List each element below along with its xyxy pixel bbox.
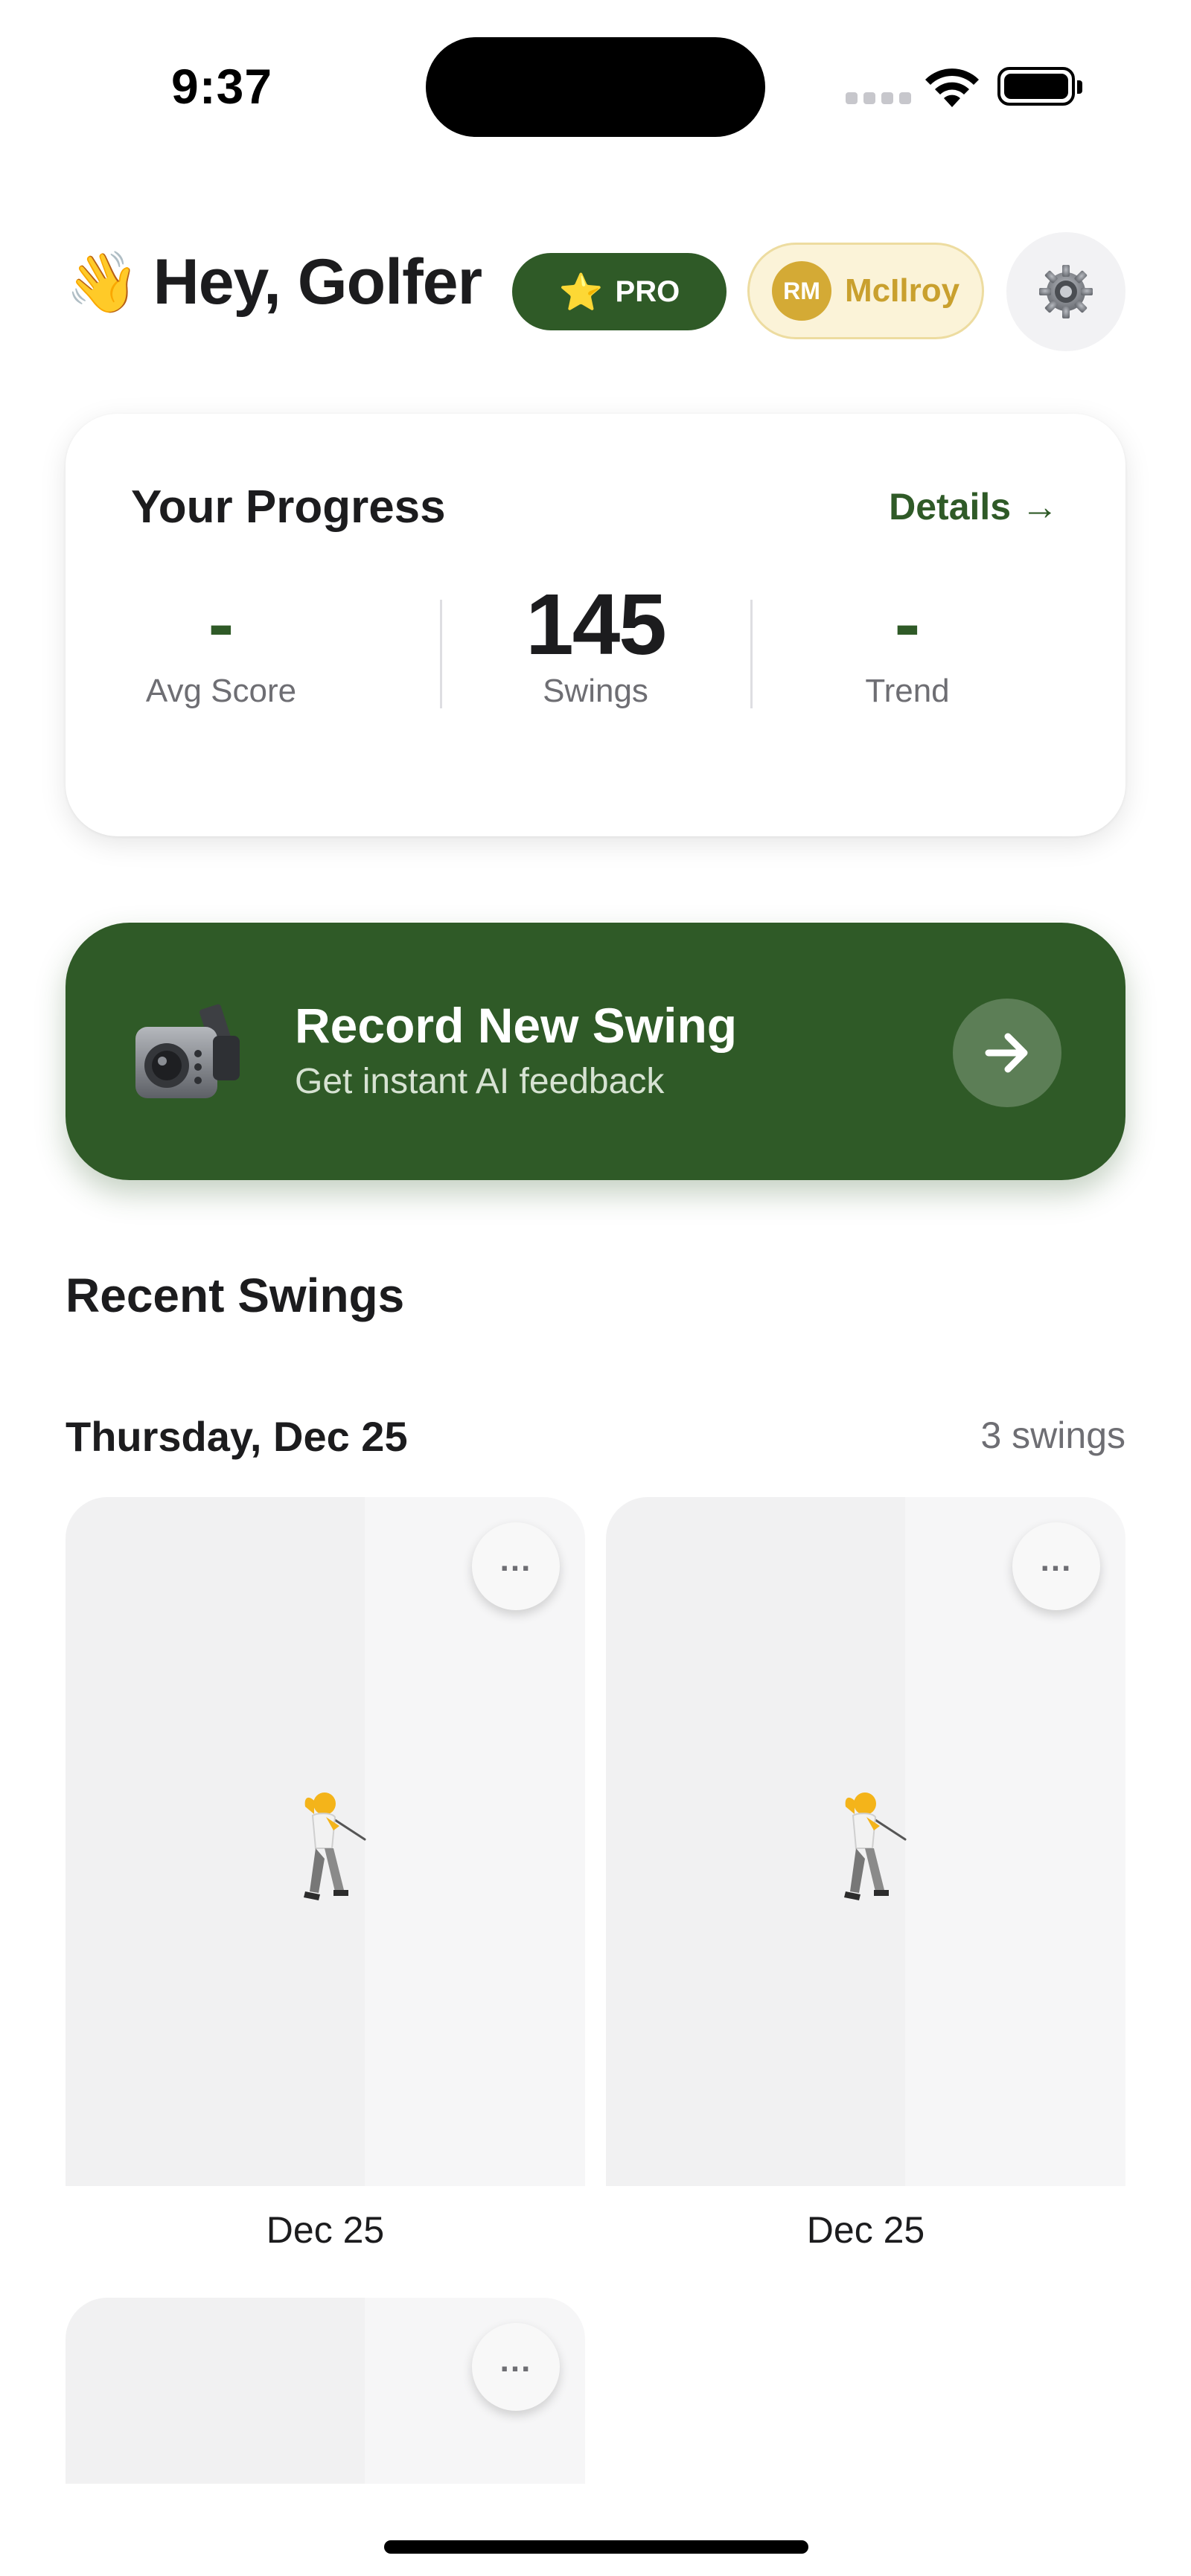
golfer-icon bbox=[304, 1792, 366, 1900]
swing-thumbnail[interactable]: ... bbox=[66, 1497, 585, 2186]
swing-thumbnail[interactable]: ... bbox=[606, 1497, 1125, 2186]
wifi-icon bbox=[925, 68, 979, 107]
avatar: RM bbox=[772, 261, 831, 321]
record-swing-button[interactable]: Record New Swing Get instant AI feedback bbox=[66, 923, 1125, 1180]
greeting-text: Hey, Golfer bbox=[153, 246, 482, 318]
swing-more-button[interactable]: ... bbox=[1012, 1522, 1100, 1610]
stat-swings: 145 Swings bbox=[440, 576, 751, 710]
screen: 9:37 👋 Hey, Golfer ⭐ PRO RM McIlroy Your… bbox=[0, 0, 1191, 2576]
swing-card[interactable]: ... Dec 25 bbox=[66, 1497, 585, 2252]
record-arrow-button[interactable] bbox=[953, 999, 1061, 1107]
stat-label: Trend bbox=[865, 673, 950, 709]
swing-date: Dec 25 bbox=[266, 2209, 385, 2251]
settings-button[interactable] bbox=[1006, 232, 1125, 351]
stat-label: Swings bbox=[543, 673, 648, 709]
recent-swings-title: Recent Swings bbox=[66, 1269, 405, 1322]
record-subtitle: Get instant AI feedback bbox=[295, 1062, 665, 1101]
gear-icon bbox=[1039, 265, 1093, 318]
details-link[interactable]: Details → bbox=[889, 485, 1059, 528]
pro-badge-label: PRO bbox=[615, 275, 680, 308]
swing-more-button[interactable]: ... bbox=[472, 2323, 560, 2411]
swing-group-date: Thursday, Dec 25 bbox=[66, 1413, 408, 1460]
swing-date: Dec 25 bbox=[806, 2209, 925, 2251]
arrow-right-icon bbox=[985, 1033, 1028, 1073]
record-title: Record New Swing bbox=[295, 998, 738, 1053]
swing-thumbnail[interactable]: ... bbox=[66, 2298, 585, 2484]
stat-value: - bbox=[208, 581, 234, 667]
stat-avg-score: - Avg Score bbox=[66, 583, 377, 710]
swing-card[interactable]: ... bbox=[66, 2298, 585, 2484]
stat-trend: - Trend bbox=[752, 583, 1063, 710]
progress-title: Your Progress bbox=[131, 481, 446, 533]
battery-icon bbox=[997, 67, 1082, 106]
progress-card: Your Progress Details → - Avg Score 145 … bbox=[66, 414, 1125, 836]
swing-group-count: 3 swings bbox=[980, 1414, 1125, 1456]
stat-label: Avg Score bbox=[145, 673, 297, 709]
stat-value: 145 bbox=[526, 576, 667, 673]
home-indicator[interactable] bbox=[384, 2540, 808, 2554]
video-camera-icon bbox=[135, 1004, 240, 1098]
swing-more-button[interactable]: ... bbox=[472, 1522, 560, 1610]
stat-value: - bbox=[894, 581, 921, 667]
user-profile-pill[interactable]: RM McIlroy bbox=[747, 243, 984, 339]
swing-card[interactable]: ... Dec 25 bbox=[606, 1497, 1125, 2252]
star-icon: ⭐ bbox=[558, 272, 604, 313]
golfer-icon bbox=[844, 1792, 907, 1900]
dynamic-island bbox=[426, 37, 765, 137]
waving-hand-icon: 👋 bbox=[66, 249, 140, 315]
user-name: McIlroy bbox=[845, 272, 960, 309]
greeting: 👋 Hey, Golfer bbox=[66, 246, 482, 319]
pro-badge[interactable]: ⭐ PRO bbox=[512, 253, 727, 330]
status-time: 9:37 bbox=[171, 59, 273, 114]
cellular-signal-icon bbox=[846, 92, 911, 104]
